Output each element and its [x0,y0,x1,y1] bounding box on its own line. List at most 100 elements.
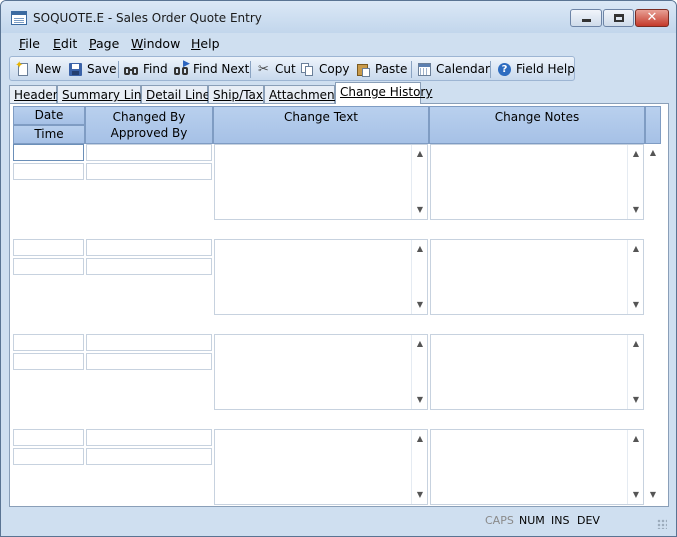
time-field[interactable] [13,448,84,465]
change-text-scrollbar[interactable]: ▲ ▼ [411,240,427,314]
change-text-area[interactable]: ▲ ▼ [214,334,428,410]
time-field[interactable] [13,163,84,180]
approved-by-header-label: Approved By [110,126,188,140]
tab-ship-tax[interactable]: Ship/Tax [208,85,264,104]
resize-grip-icon[interactable] [657,519,667,529]
copy-label: Copy [319,62,350,76]
field-help-button[interactable]: ? Field Help [497,60,575,78]
changed-by-field[interactable] [86,429,212,446]
change-notes-area[interactable]: ▲ ▼ [430,239,644,315]
scroll-up-icon[interactable]: ▲ [628,339,644,349]
change-notes-scrollbar[interactable]: ▲ ▼ [627,430,643,504]
menu-page-accel: P [89,36,96,51]
panel-vertical-scrollbar[interactable]: ▲ ▼ [645,144,661,504]
menu-help[interactable]: Help [191,36,220,51]
date-field[interactable] [13,144,84,161]
scroll-up-icon[interactable]: ▲ [412,149,428,159]
find-next-icon: ▶ [174,59,190,77]
calendar-icon [417,62,432,77]
change-notes-area[interactable]: ▲ ▼ [430,334,644,410]
scroll-down-icon[interactable]: ▼ [628,205,644,215]
title-bar[interactable]: SOQUOTE.E - Sales Order Quote Entry ✕ [1,1,676,33]
change-text-area[interactable]: ▲ ▼ [214,429,428,505]
scroll-down-icon[interactable]: ▼ [628,395,644,405]
cut-label: Cut [275,62,296,76]
tab-detail-lines[interactable]: Detail Lines [141,85,216,104]
find-label: Find [143,62,168,76]
changed-by-field[interactable] [86,239,212,256]
toolbar-separator [118,61,119,78]
menu-page[interactable]: Page [89,36,119,51]
date-field[interactable] [13,239,84,256]
change-text-scrollbar[interactable]: ▲ ▼ [411,430,427,504]
tab-summary-lines[interactable]: Summary Lines [57,85,155,104]
change-notes-scrollbar[interactable]: ▲ ▼ [627,335,643,409]
menu-bar: File Edit Page Window Help [9,34,668,54]
change-text-area[interactable]: ▲ ▼ [214,239,428,315]
approved-by-field[interactable] [86,163,212,180]
calendar-button[interactable]: Calendar [417,60,490,78]
date-field[interactable] [13,334,84,351]
minimize-button[interactable] [570,9,602,27]
changed-by-header-label: Changed By [112,110,186,124]
date-field[interactable] [13,429,84,446]
scroll-down-icon[interactable]: ▼ [412,490,428,500]
tab-header[interactable]: Header [9,85,58,104]
approved-by-field[interactable] [86,258,212,275]
paste-button[interactable]: Paste [356,60,407,78]
find-next-button[interactable]: ▶ Find Next [174,59,249,78]
time-header: Time [13,125,85,144]
binoculars-icon [124,62,139,77]
new-button[interactable]: ✦ New [15,60,61,78]
changed-by-header: Changed By Approved By [85,106,213,144]
save-button[interactable]: Save [68,60,116,78]
field-help-label: Field Help [516,62,575,76]
scroll-down-icon[interactable]: ▼ [628,490,644,500]
menu-window[interactable]: Window [131,36,180,51]
date-header-label: Date [34,108,64,122]
tab-attachments[interactable]: Attachments [264,85,346,104]
scroll-up-icon[interactable]: ▲ [412,434,428,444]
scroll-up-icon[interactable]: ▲ [412,244,428,254]
scroll-up-icon[interactable]: ▲ [412,339,428,349]
changed-by-field[interactable] [86,144,212,161]
maximize-button[interactable] [603,9,634,27]
time-field[interactable] [13,353,84,370]
menu-file[interactable]: File [19,36,40,51]
tab-header-label: Header [14,88,58,102]
tab-detail-lines-label: Detail Lines [146,88,217,102]
tab-strip: Header Summary Lines Detail Lines Ship/T… [9,82,669,104]
header-corner [645,106,661,144]
change-notes-scrollbar[interactable]: ▲ ▼ [627,240,643,314]
change-text-area[interactable]: ▲ ▼ [214,144,428,220]
scroll-up-icon[interactable]: ▲ [645,148,661,158]
scroll-up-icon[interactable]: ▲ [628,149,644,159]
change-notes-area[interactable]: ▲ ▼ [430,144,644,220]
scroll-down-icon[interactable]: ▼ [412,205,428,215]
copy-icon [300,62,315,77]
changed-by-field[interactable] [86,334,212,351]
copy-button[interactable]: Copy [300,60,349,78]
close-icon: ✕ [646,10,658,25]
scroll-down-icon[interactable]: ▼ [645,490,661,500]
menu-edit[interactable]: Edit [53,36,77,51]
tab-change-history[interactable]: Change History [335,82,432,104]
scroll-down-icon[interactable]: ▼ [412,300,428,310]
close-button[interactable]: ✕ [635,9,669,27]
toolbar-separator [490,61,491,78]
scroll-up-icon[interactable]: ▲ [628,434,644,444]
scroll-down-icon[interactable]: ▼ [628,300,644,310]
change-text-scrollbar[interactable]: ▲ ▼ [411,335,427,409]
scroll-down-icon[interactable]: ▼ [412,395,428,405]
change-text-scrollbar[interactable]: ▲ ▼ [411,145,427,219]
approved-by-field[interactable] [86,353,212,370]
tab-change-history-label: Change History [340,85,433,99]
change-notes-area[interactable]: ▲ ▼ [430,429,644,505]
cut-button[interactable]: ✂ Cut [256,60,296,78]
time-field[interactable] [13,258,84,275]
find-button[interactable]: Find [124,60,168,78]
approved-by-field[interactable] [86,448,212,465]
scroll-up-icon[interactable]: ▲ [628,244,644,254]
calendar-label: Calendar [436,62,490,76]
change-notes-scrollbar[interactable]: ▲ ▼ [627,145,643,219]
